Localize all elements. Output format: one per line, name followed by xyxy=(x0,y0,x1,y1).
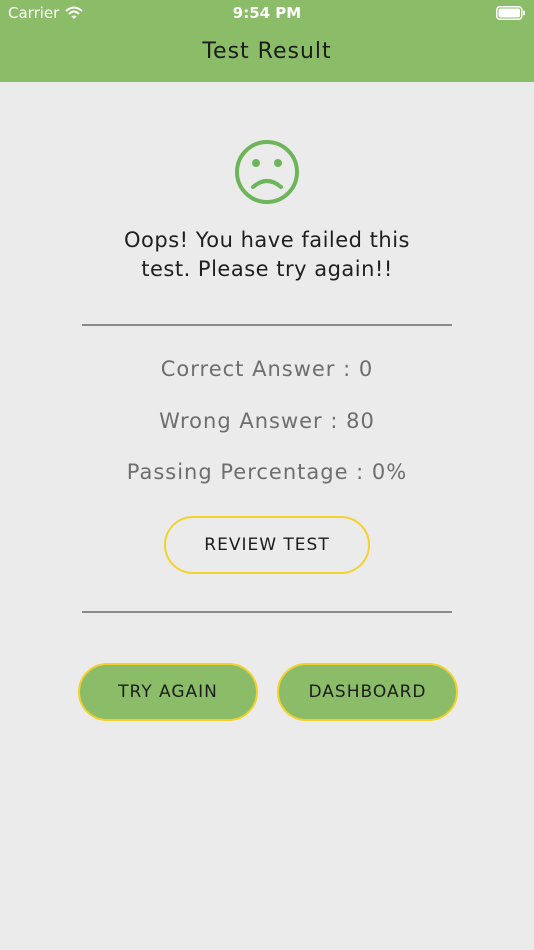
result-message-line-2: test. Please try again!! xyxy=(141,257,393,281)
result-message: Oops! You have failed this test. Please … xyxy=(67,226,467,284)
divider-top xyxy=(82,324,452,326)
sad-face-icon xyxy=(235,140,299,204)
page-title: Test Result xyxy=(202,39,332,64)
review-test-button[interactable]: REVIEW TEST xyxy=(164,516,370,574)
correct-answer-stat: Correct Answer : 0 xyxy=(160,357,374,381)
result-message-line-1: Oops! You have failed this xyxy=(124,228,410,252)
battery-icon xyxy=(496,6,525,20)
status-time: 9:54 PM xyxy=(232,4,302,22)
dashboard-button[interactable]: DASHBOARD xyxy=(277,663,458,721)
status-bar: Carrier 9:54 PM xyxy=(0,0,534,26)
divider-bottom xyxy=(82,611,452,613)
passing-percentage-stat: Passing Percentage : 0% xyxy=(126,460,408,484)
wrong-answer-stat: Wrong Answer : 80 xyxy=(159,409,375,433)
try-again-button[interactable]: TRY AGAIN xyxy=(78,663,258,721)
nav-bar: Test Result xyxy=(0,26,534,82)
